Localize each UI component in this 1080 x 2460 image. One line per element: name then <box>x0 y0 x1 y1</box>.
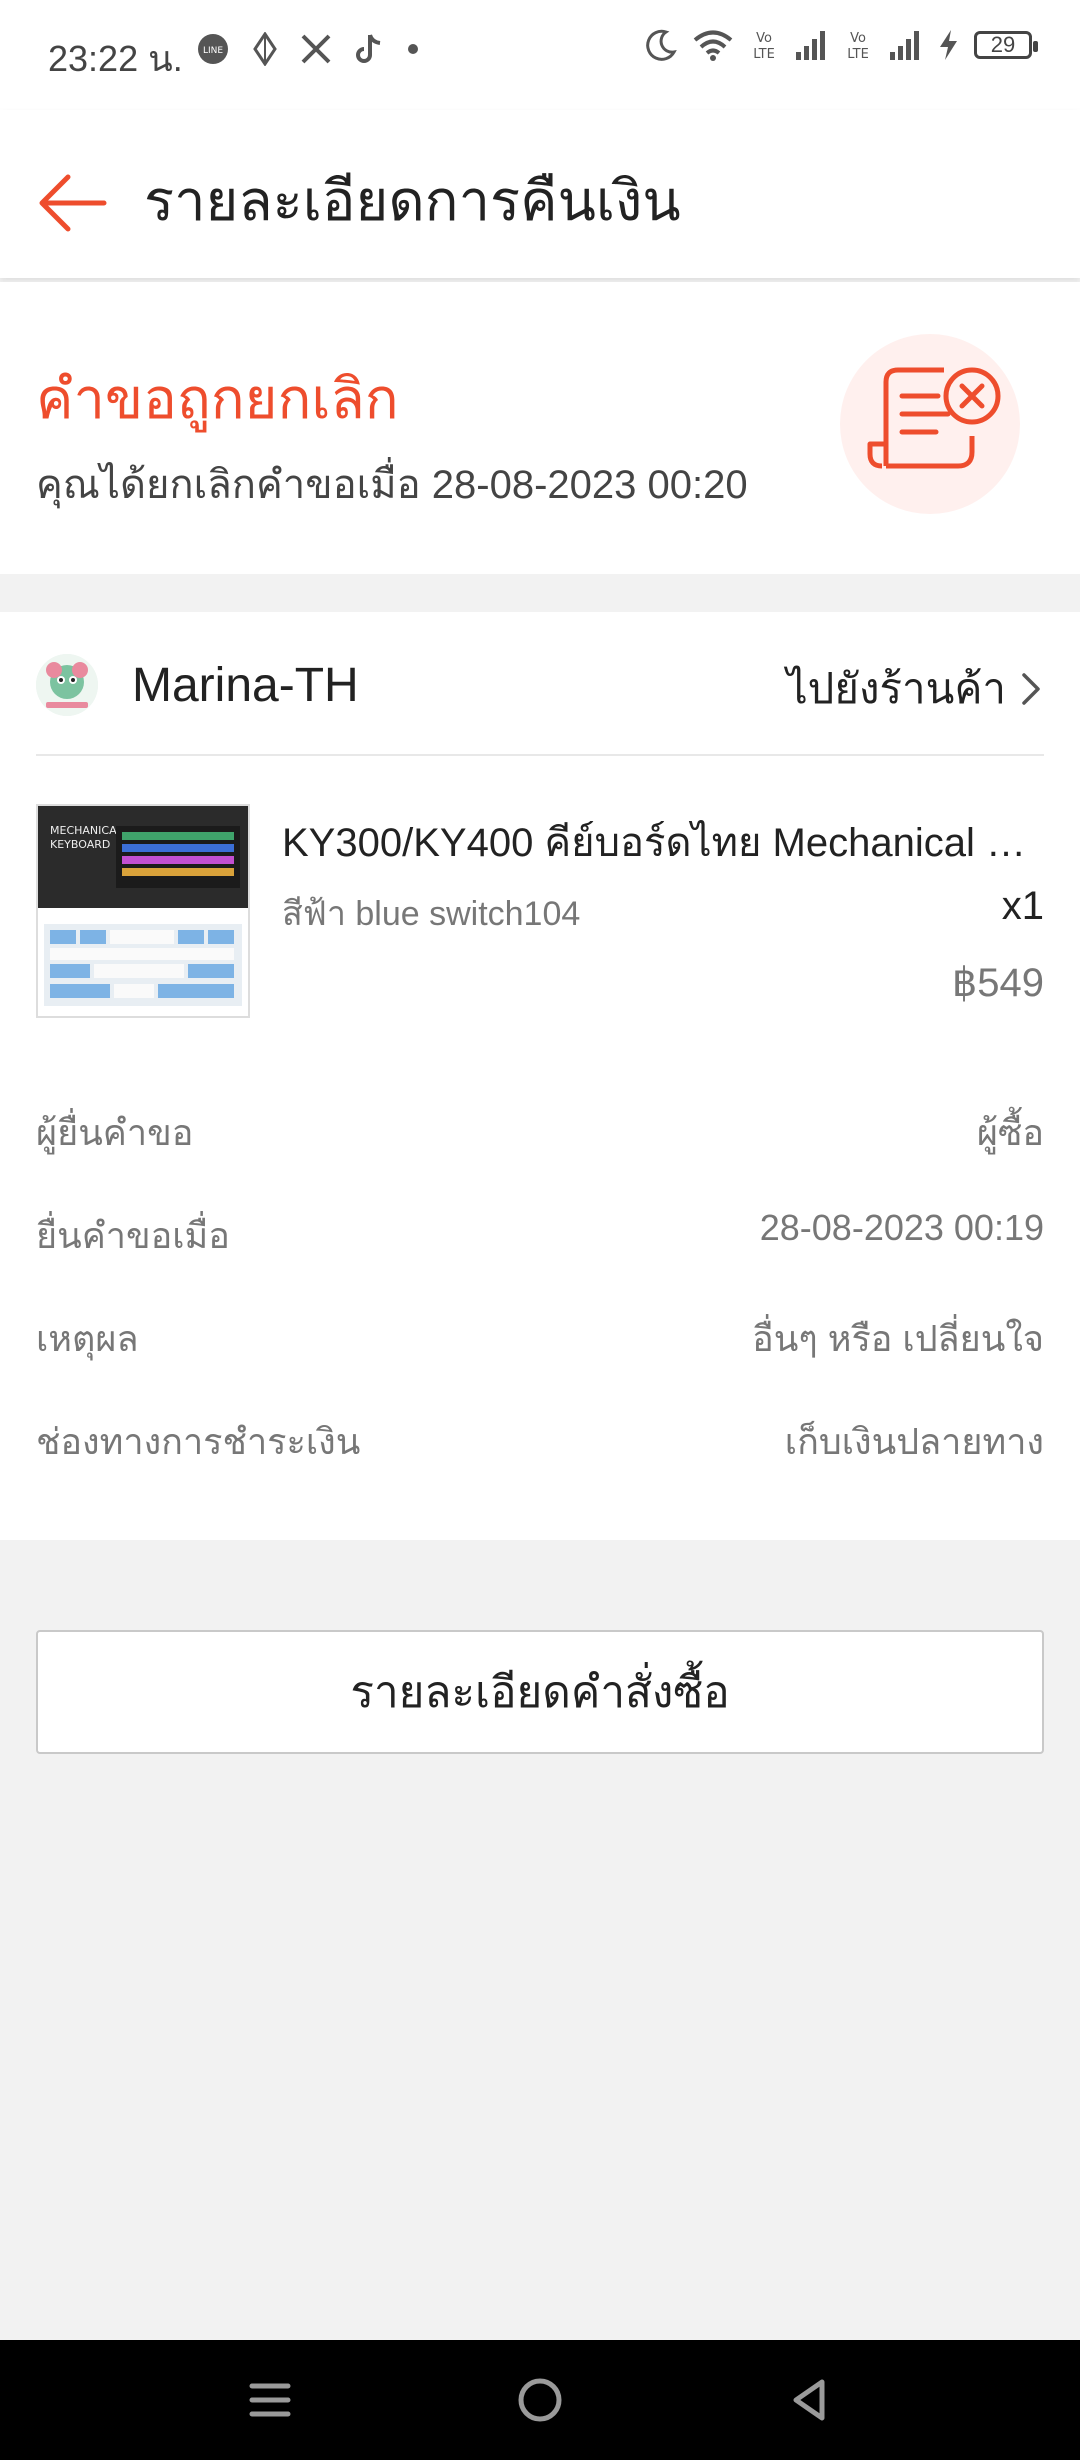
detail-row-reason: เหตุผล อื่นๆ หรือ เปลี่ยนใจ <box>36 1288 1044 1391</box>
go-to-shop-link[interactable]: ไปยังร้านค้า <box>787 656 1044 722</box>
line-icon: LINE <box>198 34 228 64</box>
detail-label: ยื่นคำขอเมื่อ <box>36 1215 230 1256</box>
refund-details-list: ผู้ยื่นคำขอ ผู้ซื้อ ยื่นคำขอเมื่อ 28-08-… <box>36 1082 1044 1494</box>
battery-icon: 29 <box>974 31 1038 59</box>
detail-label: เหตุผล <box>36 1318 139 1359</box>
refund-status-card: คำขอถูกยกเลิก คุณได้ยกเลิกคำขอเมื่อ 28-0… <box>0 282 1080 574</box>
volte-icon: VoLTE <box>753 31 775 62</box>
svg-text:LTE: LTE <box>753 47 775 62</box>
detail-label: ช่องทางการชำระเงิน <box>36 1421 361 1462</box>
diamond-icon <box>253 32 277 66</box>
home-circle-icon <box>518 2378 562 2422</box>
order-info-card: Marina-TH ไปยังร้านค้า MECHANICAL KEYBOA… <box>0 612 1080 1540</box>
status-time: 23:22 น. <box>48 38 183 79</box>
wifi-icon <box>693 30 733 61</box>
status-title: คำขอถูกยกเลิก <box>36 367 399 430</box>
detail-value: อื่นๆ หรือ เปลี่ยนใจ <box>752 1318 1044 1359</box>
svg-text:MECHANICAL: MECHANICAL <box>50 824 124 837</box>
system-indicators: Vo LTE Vo LTE 29 <box>644 28 1038 62</box>
detail-value: 28-08-2023 00:19 <box>759 1207 1044 1248</box>
chevron-right-icon <box>1022 673 1040 705</box>
dot-icon <box>408 44 418 54</box>
product-image: MECHANICAL KEYBOARD <box>36 804 250 1018</box>
signal-icon <box>890 31 919 60</box>
app-bar: รายละเอียดการคืนเงิน <box>0 110 1080 278</box>
svg-text:KEYBOARD: KEYBOARD <box>50 838 110 851</box>
go-to-shop-label: ไปยังร้านค้า <box>786 665 1006 712</box>
cancelled-document-icon <box>840 334 1020 514</box>
product-item[interactable]: MECHANICAL KEYBOARD KY300/KY400 คีย์บอร์… <box>36 790 1044 1018</box>
nav-back-button[interactable] <box>782 2372 838 2428</box>
svg-text:Vo: Vo <box>850 31 866 46</box>
signal-icon <box>796 31 825 60</box>
moon-icon <box>646 29 677 61</box>
back-triangle-icon <box>793 2379 825 2421</box>
shop-name[interactable]: Marina-TH <box>132 658 359 713</box>
detail-row-payment-method: ช่องทางการชำระเงิน เก็บเงินปลายทาง <box>36 1391 1044 1494</box>
status-subtitle: คุณได้ยกเลิกคำขอเมื่อ 28-08-2023 00:20 <box>36 463 748 507</box>
back-arrow-icon <box>39 174 107 232</box>
product-price: ฿549 <box>951 961 1044 1005</box>
status-bar: 23:22 น. LINE Vo LTE Vo LTE 29 <box>0 0 1080 110</box>
svg-text:LINE: LINE <box>203 46 223 56</box>
detail-value: เก็บเงินปลายทาง <box>784 1421 1044 1462</box>
svg-text:LTE: LTE <box>847 47 869 62</box>
page-title: รายละเอียดการคืนเงิน <box>144 169 681 232</box>
home-button[interactable] <box>512 2372 568 2428</box>
system-navigation-bar <box>0 2340 1080 2460</box>
tiktok-icon <box>356 34 381 63</box>
notification-icons: LINE <box>196 32 420 66</box>
detail-value: ผู้ซื้อ <box>976 1112 1044 1153</box>
order-details-button[interactable]: รายละเอียดคำสั่งซื้อ <box>36 1630 1044 1754</box>
product-quantity: x1 <box>1001 884 1044 928</box>
charging-icon <box>940 30 957 60</box>
product-name: KY300/KY400 คีย์บอร์ดไทย Mechanical Keyb… <box>282 821 1042 865</box>
shop-row: Marina-TH ไปยังร้านค้า <box>36 612 1044 756</box>
x-icon <box>301 34 331 64</box>
detail-label: ผู้ยื่นคำขอ <box>36 1112 194 1153</box>
volte-icon: VoLTE <box>847 31 869 62</box>
recent-apps-button[interactable] <box>242 2372 298 2428</box>
shop-avatar[interactable] <box>36 654 98 716</box>
battery-level: 29 <box>990 32 1016 57</box>
detail-row-request-time: ยื่นคำขอเมื่อ 28-08-2023 00:19 <box>36 1185 1044 1288</box>
svg-text:Vo: Vo <box>756 31 772 46</box>
detail-row-requester: ผู้ยื่นคำขอ ผู้ซื้อ <box>36 1082 1044 1185</box>
back-button[interactable] <box>34 162 116 244</box>
menu-icon <box>249 2383 291 2417</box>
product-variant: สีฟ้า blue switch104 <box>282 895 581 933</box>
